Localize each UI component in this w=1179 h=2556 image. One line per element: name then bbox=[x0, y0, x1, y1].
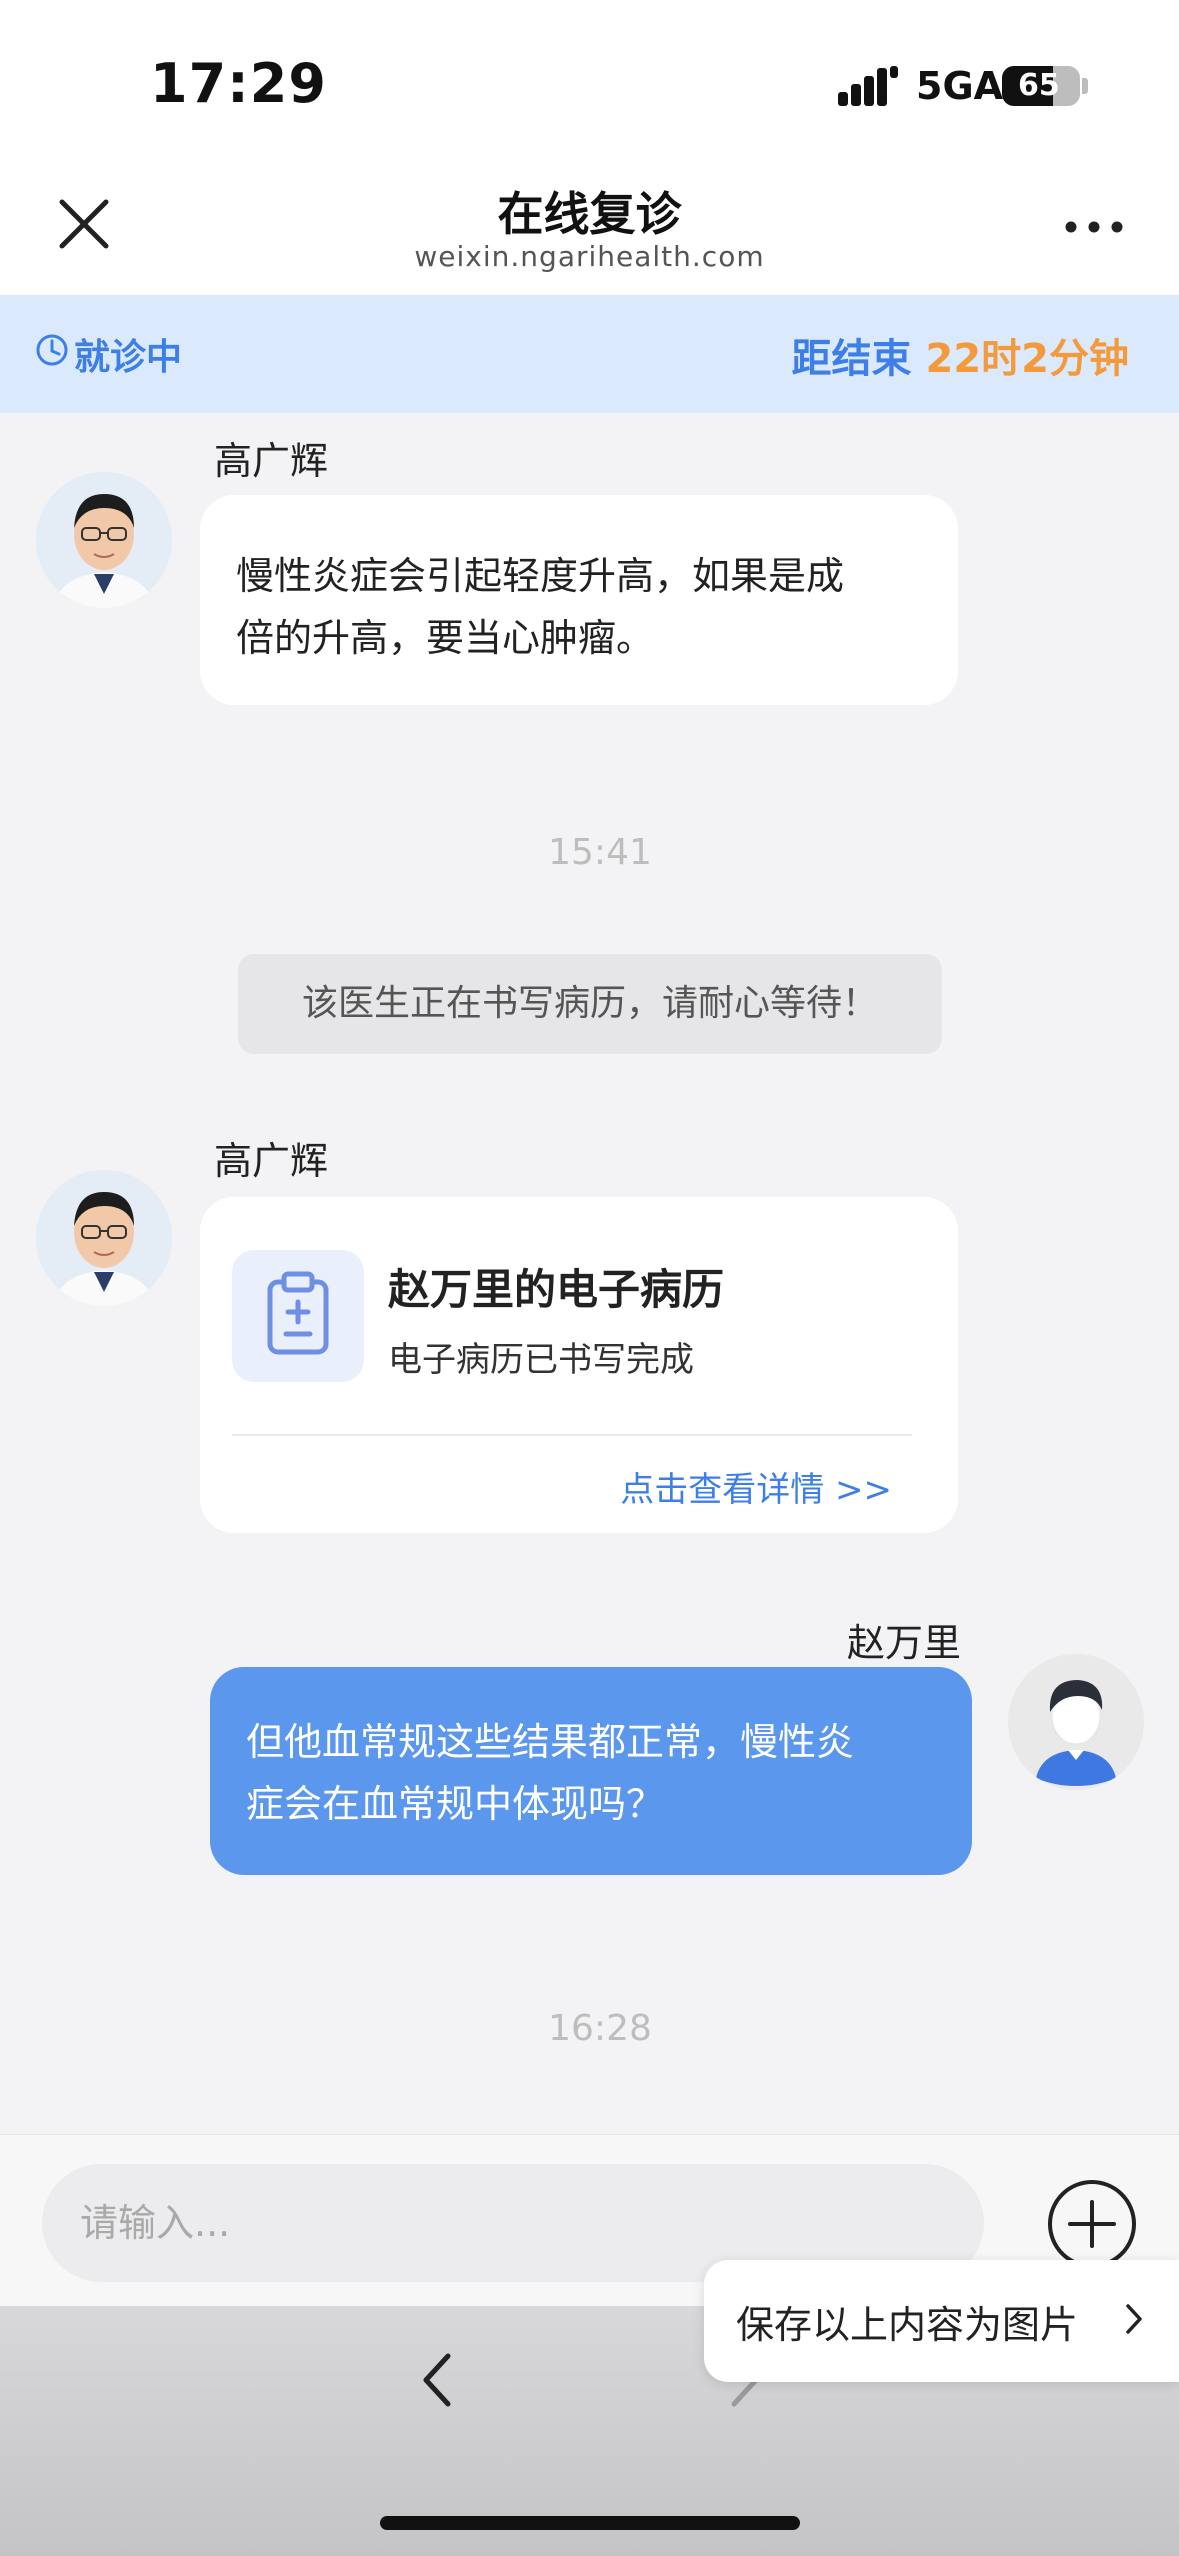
message-timestamp: 16:28 bbox=[548, 2008, 652, 2049]
more-icon[interactable] bbox=[1064, 220, 1124, 234]
doctor-avatar[interactable] bbox=[36, 1170, 172, 1306]
plus-icon[interactable] bbox=[1046, 2178, 1138, 2270]
user-message-bubble: 但他血常规这些结果都正常，慢性炎 症会在血常规中体现吗？ bbox=[210, 1667, 972, 1875]
message-line: 慢性炎症会引起轻度升高，如果是成 bbox=[236, 554, 845, 598]
user-avatar[interactable] bbox=[1008, 1654, 1144, 1790]
clipboard-icon bbox=[267, 1271, 329, 1355]
doctor-avatar[interactable] bbox=[36, 472, 172, 608]
system-notice: 该医生正在书写病历，请耐心等待！ bbox=[238, 954, 942, 1054]
message-line: 症会在血常规中体现吗？ bbox=[246, 1782, 665, 1826]
status-time: 17:29 bbox=[150, 52, 327, 115]
sender-name: 高广辉 bbox=[214, 1139, 329, 1183]
page-domain: weixin.ngarihealth.com bbox=[414, 240, 765, 273]
chevron-right-icon[interactable] bbox=[1124, 2302, 1144, 2336]
record-card-icon-box bbox=[232, 1250, 364, 1382]
session-countdown: 距结束 22时2分钟 bbox=[792, 326, 1130, 384]
page-title: 在线复诊 bbox=[497, 187, 682, 241]
cellular-signal-icon bbox=[838, 66, 898, 106]
doctor-photo-icon bbox=[36, 1170, 172, 1306]
record-card-title: 赵万里的电子病历 bbox=[388, 1265, 725, 1314]
sender-name: 高广辉 bbox=[214, 439, 329, 483]
doctor-photo-icon bbox=[36, 472, 172, 608]
sender-name: 赵万里 bbox=[846, 1621, 961, 1665]
message-line: 倍的升高，要当心肿瘤。 bbox=[236, 616, 655, 660]
battery-tip bbox=[1082, 78, 1088, 94]
card-divider bbox=[232, 1434, 912, 1436]
message-timestamp: 15:41 bbox=[548, 832, 652, 873]
countdown-label: 距结束 bbox=[791, 336, 912, 382]
view-details-link[interactable]: 点击查看详情 >> bbox=[620, 1462, 892, 1511]
message-line: 但他血常规这些结果都正常，慢性炎 bbox=[246, 1720, 855, 1764]
back-icon[interactable] bbox=[412, 2350, 462, 2410]
doctor-message-bubble: 慢性炎症会引起轻度升高，如果是成 倍的升高，要当心肿瘤。 bbox=[200, 495, 958, 705]
battery-icon: 65 bbox=[1002, 66, 1080, 106]
home-indicator bbox=[380, 2516, 800, 2530]
battery-level: 65 bbox=[1018, 68, 1060, 103]
record-card-subtitle: 电子病历已书写完成 bbox=[388, 1340, 694, 1380]
save-as-image-label[interactable]: 保存以上内容为图片 bbox=[736, 2294, 1078, 2349]
network-label: 5GA bbox=[916, 64, 1004, 108]
user-avatar-icon bbox=[1008, 1654, 1144, 1790]
session-status: 就诊中 bbox=[74, 337, 183, 378]
clock-icon bbox=[36, 334, 68, 366]
countdown-value: 22时2分钟 bbox=[925, 336, 1130, 382]
